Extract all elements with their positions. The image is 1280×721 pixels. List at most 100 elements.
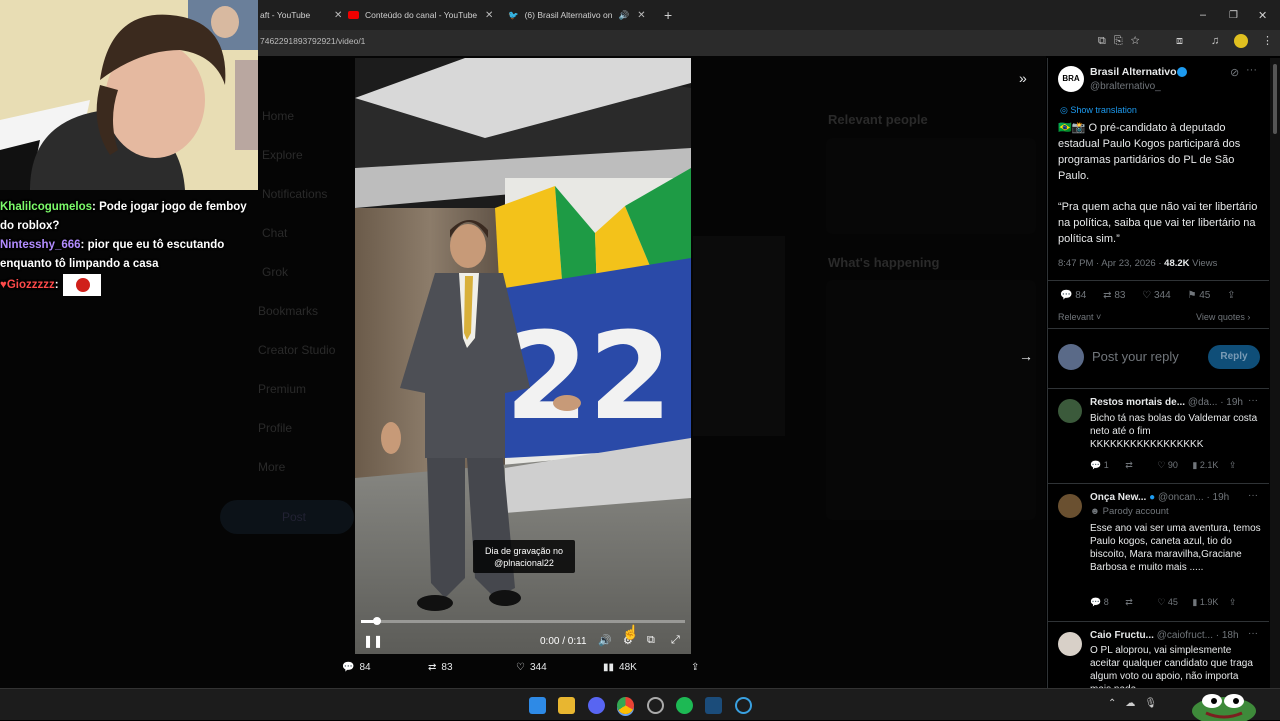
my-avatar	[1058, 344, 1084, 370]
window-close-button[interactable]: ✕	[1258, 5, 1267, 25]
more-options-icon[interactable]: ···	[1248, 628, 1258, 639]
analytics-icon[interactable]: ▮ 1.9K	[1192, 597, 1218, 607]
author-handle[interactable]: @bralternativo_	[1090, 81, 1161, 92]
reply-button[interactable]: Reply	[1208, 345, 1260, 369]
spotify-icon[interactable]	[676, 697, 693, 714]
reply-author[interactable]: Caio Fructu... @caiofruct... · 18h	[1090, 630, 1239, 641]
pip-icon[interactable]: ⧉	[647, 634, 655, 647]
video-progress-track[interactable]	[361, 617, 685, 625]
nav-creator-studio[interactable]: Creator Studio	[258, 343, 335, 357]
close-icon[interactable]: ✕	[334, 10, 342, 21]
like-stat[interactable]: ♡ 344	[1142, 290, 1170, 301]
video-reply-action[interactable]: 💬 84	[342, 662, 371, 673]
obs-icon[interactable]	[647, 697, 664, 714]
nav-profile[interactable]: Profile	[258, 421, 292, 435]
relevant-people-card	[826, 138, 1036, 234]
nav-explore[interactable]: Explore	[262, 148, 303, 162]
sort-replies-dropdown[interactable]: Relevant ˅	[1058, 312, 1101, 322]
tab-youtube-1[interactable]: aft - YouTube ✕	[260, 5, 342, 25]
post-button-dim[interactable]: Post	[220, 500, 354, 534]
reply-tweet[interactable]: Restos mortais de... @da... · 19h ··· Bi…	[1048, 388, 1269, 476]
video-like-action[interactable]: ♡ 344	[516, 662, 547, 673]
tab-x-post[interactable]: 🐦 (6) Brasil Alternativo on X: " 🔊 ✕	[508, 5, 656, 25]
heart-icon[interactable]: ♡ 45	[1157, 597, 1178, 607]
nav-chat[interactable]: Chat	[262, 226, 287, 240]
heart-icon[interactable]: ♡ 90	[1157, 460, 1178, 470]
more-options-icon[interactable]: ···	[1246, 64, 1257, 76]
show-translation-link[interactable]: ◎ Show translation	[1060, 105, 1137, 116]
reply-stat[interactable]: 💬 84	[1060, 290, 1086, 301]
menu-kebab-icon[interactable]: ⋮	[1262, 34, 1273, 47]
maximize-button[interactable]: ❐	[1229, 5, 1238, 25]
minimize-button[interactable]: –	[1200, 5, 1206, 25]
more-options-icon[interactable]: ···	[1248, 490, 1258, 501]
grok-icon[interactable]: ⊘	[1230, 66, 1239, 79]
video-views-action[interactable]: ▮▮ 48K	[603, 662, 637, 673]
extensions-icon[interactable]: ⧈	[1176, 35, 1183, 48]
file-explorer-icon[interactable]	[558, 697, 575, 714]
view-count: 2.1K	[1199, 460, 1219, 470]
relevant-people-heading: Relevant people	[828, 112, 928, 127]
reply-avatar[interactable]	[1058, 494, 1082, 518]
youtube-icon	[348, 11, 359, 19]
post-text: 🇧🇷📸 O pré-candidato à deputado estadual …	[1058, 122, 1241, 182]
nav-notifications[interactable]: Notifications	[262, 187, 327, 201]
video-share-action[interactable]: ⇪	[691, 662, 699, 673]
scrollbar-thumb[interactable]	[1273, 64, 1277, 134]
system-tray-icons[interactable]: ⌃☁🎙	[1108, 698, 1166, 709]
nav-home[interactable]: Home	[262, 109, 294, 123]
url-text[interactable]: 7462291893792921/video/1	[260, 36, 365, 46]
view-quotes-link[interactable]: View quotes ›	[1196, 312, 1250, 322]
view-count: 1.9K	[1199, 597, 1219, 607]
video-caption: Dia de gravação no @plnacional22	[473, 540, 575, 573]
reply-author[interactable]: Onça New... ● @oncan... · 19h	[1090, 492, 1229, 503]
repost-icon[interactable]: ⇄	[1125, 597, 1133, 607]
discord-icon[interactable]	[588, 697, 605, 714]
author-name[interactable]: Brasil Alternativo	[1090, 66, 1177, 78]
steam-icon[interactable]	[705, 697, 722, 714]
volume-icon[interactable]: 🔊	[598, 634, 612, 647]
panel-scrollbar[interactable]	[1270, 58, 1280, 688]
new-tab-button[interactable]: +	[664, 5, 672, 25]
share-icon[interactable]: ⇪	[1229, 460, 1237, 470]
more-options-icon[interactable]: ···	[1248, 395, 1258, 406]
tab-youtube-studio[interactable]: Conteúdo do canal - YouTube S ✕	[348, 5, 504, 25]
share-icon[interactable]: ⇪	[1227, 290, 1235, 301]
reply-tweet[interactable]: Caio Fructu... @caiofruct... · 18h ··· O…	[1048, 621, 1269, 688]
fullscreen-icon[interactable]: ⤢	[671, 634, 680, 647]
profile-avatar[interactable]	[1234, 34, 1248, 48]
nav-premium[interactable]: Premium	[258, 382, 306, 396]
share-icon[interactable]: ⇪	[1229, 597, 1237, 607]
app-icon[interactable]	[735, 697, 752, 714]
close-icon[interactable]: ✕	[485, 10, 493, 21]
analytics-icon[interactable]: ▮ 2.1K	[1192, 460, 1218, 470]
pause-button[interactable]: ❚❚	[363, 634, 383, 648]
reply-avatar[interactable]	[1058, 632, 1082, 656]
bookmark-stat[interactable]: ⚑ 45	[1187, 290, 1210, 301]
reply-icon[interactable]: 💬 1	[1090, 460, 1109, 470]
author-avatar[interactable]: BRA	[1058, 66, 1084, 92]
reply-icon[interactable]: 💬 8	[1090, 597, 1109, 607]
reply-avatar[interactable]	[1058, 399, 1082, 423]
next-media-arrow-icon[interactable]: →	[1019, 348, 1033, 364]
reply-tweet[interactable]: Onça New... ● @oncan... · 19h ··· ☻ Paro…	[1048, 483, 1269, 615]
repost-stat[interactable]: ⇄ 83	[1103, 290, 1125, 301]
repost-icon[interactable]: ⇄	[1125, 460, 1133, 470]
nav-grok[interactable]: Grok	[262, 265, 288, 279]
nav-bookmarks[interactable]: Bookmarks	[258, 304, 318, 318]
close-icon[interactable]: ✕	[637, 10, 645, 21]
chrome-icon[interactable]	[617, 697, 634, 714]
mouse-cursor-hand-icon: ☝	[622, 624, 640, 640]
video-player[interactable]: 22 Dia de gravação no @plnacional22 ❚❚ 0…	[355, 58, 691, 654]
show-translation-label: Show translation	[1070, 105, 1137, 115]
video-repost-action[interactable]: ⇄ 83	[428, 662, 453, 673]
reply-author[interactable]: Restos mortais de... @da... · 19h	[1090, 397, 1243, 408]
nav-more[interactable]: More	[258, 460, 285, 474]
reply-input[interactable]: Post your reply	[1092, 349, 1179, 364]
post-stats-bar: 💬 84 ⇄ 83 ♡ 344 ⚑ 45 ⇪	[1060, 290, 1235, 301]
media-control-icon[interactable]: ♫	[1211, 35, 1219, 47]
timestamp-text: 8:47 PM · Apr 23, 2026 ·	[1058, 258, 1165, 269]
collapse-panel-icon[interactable]: »	[1019, 70, 1027, 86]
windows-start-icon[interactable]	[529, 697, 546, 714]
toolbar-icons[interactable]: ⧉⎘☆	[1098, 35, 1148, 48]
